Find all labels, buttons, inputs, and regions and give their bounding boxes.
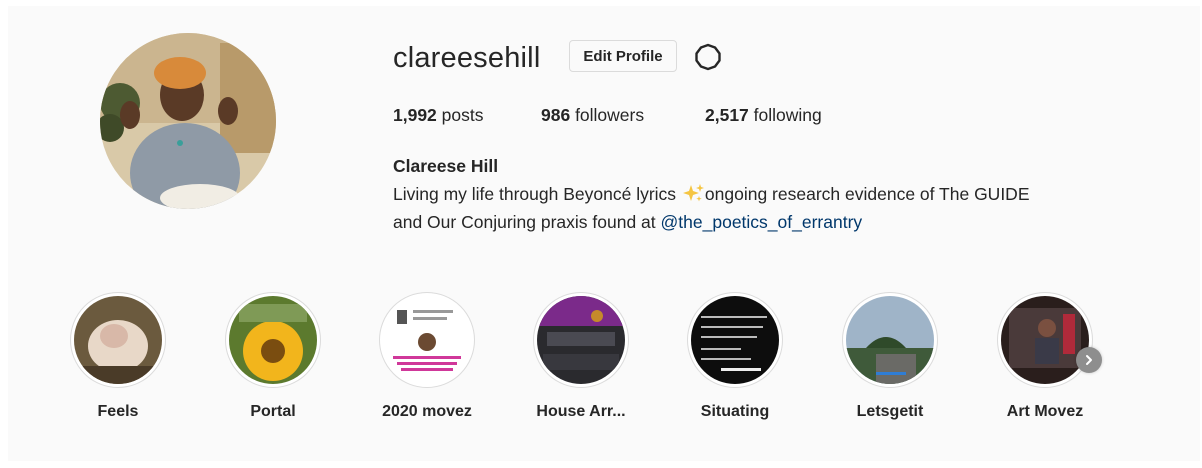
highlight-ring bbox=[997, 292, 1093, 388]
highlight-label: Situating bbox=[700, 403, 770, 420]
highlight-ring bbox=[225, 292, 321, 388]
highlight-thumbnail bbox=[537, 296, 625, 384]
chevron-right-icon[interactable] bbox=[1076, 347, 1102, 373]
highlight-thumbnail bbox=[383, 296, 471, 384]
gear-icon[interactable] bbox=[694, 43, 722, 71]
highlight-ring bbox=[687, 292, 783, 388]
highlight-portal[interactable]: Portal bbox=[208, 292, 338, 422]
highlight-label: Letsgetit bbox=[856, 403, 924, 420]
posts-stat[interactable]: 1,992 posts bbox=[393, 104, 484, 126]
bio-text-2: and Our Conjuring praxis found at bbox=[393, 212, 661, 232]
posts-label: posts bbox=[436, 105, 484, 125]
posts-count: 1,992 bbox=[393, 105, 437, 125]
full-name: Clareese Hill bbox=[393, 156, 499, 176]
followers-count: 986 bbox=[541, 105, 571, 125]
highlight-ring bbox=[379, 292, 475, 388]
highlight-thumbnail bbox=[229, 296, 317, 384]
profile-avatar[interactable] bbox=[100, 33, 276, 209]
highlight-label: Feels bbox=[97, 403, 139, 420]
highlight-label: 2020 movez bbox=[382, 403, 472, 420]
bio-text-1b: ongoing research evidence of The GUIDE bbox=[704, 184, 1030, 204]
followers-label: followers bbox=[570, 105, 645, 125]
highlight-label: House Arr... bbox=[536, 403, 626, 420]
profile-bio: Clareese Hill Living my life through Bey… bbox=[393, 152, 1030, 236]
highlight-ring bbox=[70, 292, 166, 388]
bio-text-1a: Living my life through Beyoncé lyrics bbox=[393, 184, 681, 204]
following-count: 2,517 bbox=[705, 105, 749, 125]
following-stat[interactable]: 2,517 following bbox=[705, 104, 822, 126]
edit-profile-button[interactable]: Edit Profile bbox=[569, 40, 677, 72]
bio-line-2: and Our Conjuring praxis found at @the_p… bbox=[393, 208, 1030, 236]
highlight-ring bbox=[533, 292, 629, 388]
highlight-label: Portal bbox=[250, 403, 296, 420]
sparkles-icon bbox=[681, 183, 705, 203]
username: clareesehill bbox=[393, 42, 541, 74]
highlight-situating[interactable]: Situating bbox=[670, 292, 800, 422]
bio-line-1: Living my life through Beyoncé lyrics on… bbox=[393, 180, 1030, 208]
highlight-label: Art Movez bbox=[1006, 403, 1084, 420]
highlight-ring bbox=[842, 292, 938, 388]
highlight-thumbnail bbox=[1001, 296, 1089, 384]
highlight-letsgetit[interactable]: Letsgetit bbox=[825, 292, 955, 422]
highlight-thumbnail bbox=[691, 296, 779, 384]
highlight-thumbnail bbox=[846, 296, 934, 384]
highlight-feels[interactable]: Feels bbox=[53, 292, 183, 422]
highlight-2020-movez[interactable]: 2020 movez bbox=[362, 292, 492, 422]
highlight-house-arr[interactable]: House Arr... bbox=[516, 292, 646, 422]
highlight-thumbnail bbox=[74, 296, 162, 384]
mention-link[interactable]: @the_poetics_of_errantry bbox=[661, 212, 863, 232]
following-label: following bbox=[748, 105, 822, 125]
followers-stat[interactable]: 986 followers bbox=[541, 104, 644, 126]
